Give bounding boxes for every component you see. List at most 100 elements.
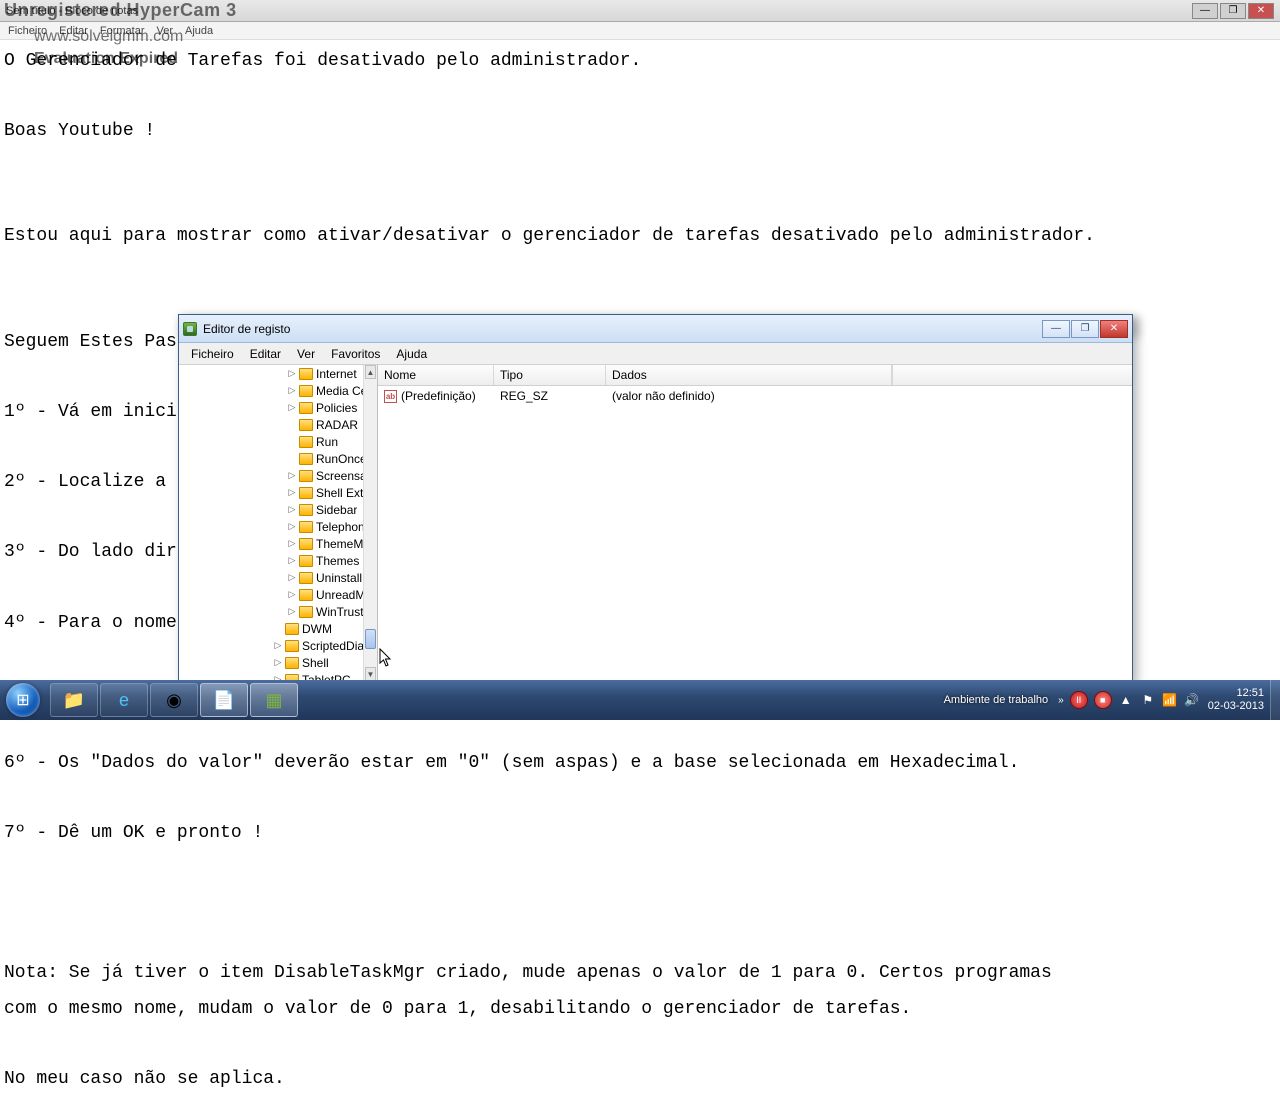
- taskbar-clock[interactable]: 12:51 02-03-2013: [1208, 687, 1264, 713]
- tree-node[interactable]: ▷Shell: [179, 654, 363, 671]
- expander-icon[interactable]: ▷: [287, 522, 297, 532]
- folder-icon: [299, 487, 313, 499]
- taskbar-chrome[interactable]: ◉: [150, 683, 198, 717]
- regedit-icon: [183, 322, 197, 336]
- tree-node[interactable]: ▷ThemeManager: [179, 535, 363, 552]
- registry-tree[interactable]: ▷Internet▷Media Center▷PoliciesRADARRunR…: [179, 365, 378, 681]
- tree-label: Run: [316, 435, 338, 449]
- expander-icon[interactable]: [287, 454, 297, 464]
- taskbar-explorer[interactable]: 📁: [50, 683, 98, 717]
- record-pause-icon[interactable]: II: [1070, 691, 1088, 709]
- notepad-titlebar[interactable]: Sem título - Bloco de notas — ❐ ✕: [0, 0, 1280, 22]
- expander-icon[interactable]: ▷: [287, 471, 297, 481]
- minimize-button[interactable]: —: [1192, 3, 1218, 19]
- tree-node[interactable]: ▷Internet: [179, 365, 363, 382]
- regedit-menubar: FicheiroEditarVerFavoritosAjuda: [179, 343, 1132, 365]
- scroll-thumb[interactable]: [365, 629, 376, 649]
- folder-icon: [299, 606, 313, 618]
- tree-node[interactable]: ▷Uninstall: [179, 569, 363, 586]
- clock-time: 12:51: [1208, 687, 1264, 700]
- tree-node[interactable]: RunOnce: [179, 450, 363, 467]
- folder-icon: [299, 555, 313, 567]
- menu-ficheiro[interactable]: Ficheiro: [8, 25, 47, 37]
- col-spacer[interactable]: [892, 365, 1132, 385]
- system-tray: II ■ ▲ ⚑ 📶 🔊: [1070, 691, 1200, 709]
- registry-values-pane: Nome Tipo Dados ab(Predefinição)REG_SZ(v…: [378, 365, 1132, 681]
- value-list-body[interactable]: ab(Predefinição)REG_SZ(valor não definid…: [378, 386, 1132, 681]
- active-desktop-label[interactable]: Ambiente de trabalho: [944, 694, 1049, 706]
- tree-node[interactable]: ▷ Media Center: [179, 382, 363, 399]
- expander-icon[interactable]: ▷: [287, 403, 297, 413]
- tree-node[interactable]: ▷WinTrust: [179, 603, 363, 620]
- network-icon[interactable]: 📶: [1162, 692, 1178, 708]
- tree-node[interactable]: ▷Themes: [179, 552, 363, 569]
- tree-node[interactable]: ▷Policies: [179, 399, 363, 416]
- expander-icon[interactable]: ▷: [287, 488, 297, 498]
- expander-icon[interactable]: ▷: [273, 658, 283, 668]
- menu-ficheiro[interactable]: Ficheiro: [183, 345, 242, 363]
- folder-icon: [299, 402, 313, 414]
- menu-editar[interactable]: Editar: [242, 345, 289, 363]
- start-button[interactable]: [0, 680, 46, 720]
- tree-node[interactable]: DWM: [179, 620, 363, 637]
- folder-icon: [299, 504, 313, 516]
- expander-icon[interactable]: ▷: [287, 607, 297, 617]
- expander-icon[interactable]: [287, 437, 297, 447]
- tree-node[interactable]: ▷Shell Extensions: [179, 484, 363, 501]
- tree-node[interactable]: ▷ UnreadMail: [179, 586, 363, 603]
- close-button[interactable]: ✕: [1100, 320, 1128, 338]
- maximize-button[interactable]: ❐: [1071, 320, 1099, 338]
- volume-icon[interactable]: 🔊: [1184, 692, 1200, 708]
- tree-node[interactable]: ▷ Sidebar: [179, 501, 363, 518]
- value-row[interactable]: ab(Predefinição)REG_SZ(valor não definid…: [378, 386, 1132, 406]
- expander-icon[interactable]: ▷: [273, 641, 283, 651]
- expander-icon[interactable]: [273, 624, 283, 634]
- tree-node[interactable]: ▷Telephony: [179, 518, 363, 535]
- expander-icon[interactable]: ▷: [287, 505, 297, 515]
- tree-label: Media Center: [316, 384, 363, 398]
- record-stop-icon[interactable]: ■: [1094, 691, 1112, 709]
- maximize-button[interactable]: ❐: [1220, 3, 1246, 19]
- col-data[interactable]: Dados: [606, 365, 892, 385]
- menu-ajuda[interactable]: Ajuda: [388, 345, 435, 363]
- tree-label: Sidebar: [316, 503, 357, 517]
- taskbar: 📁 e ◉ 📄 ▦ Ambiente de trabalho » II ■ ▲ …: [0, 680, 1280, 720]
- close-button[interactable]: ✕: [1248, 3, 1274, 19]
- scroll-up-icon[interactable]: ▲: [365, 365, 376, 379]
- menu-ajuda[interactable]: Ajuda: [185, 25, 213, 37]
- folder-icon: [299, 538, 313, 550]
- expander-icon[interactable]: ▷: [287, 386, 297, 396]
- minimize-button[interactable]: —: [1042, 320, 1070, 338]
- regedit-titlebar[interactable]: Editor de registo — ❐ ✕: [179, 315, 1132, 343]
- menu-formatar[interactable]: Formatar: [100, 25, 145, 37]
- tree-scrollbar[interactable]: ▲ ▼: [363, 365, 377, 681]
- show-desktop-button[interactable]: [1270, 680, 1280, 720]
- col-name[interactable]: Nome: [378, 365, 494, 385]
- expander-icon[interactable]: ▷: [287, 590, 297, 600]
- tree-node[interactable]: ▷Screensavers: [179, 467, 363, 484]
- expander-icon[interactable]: ▷: [287, 556, 297, 566]
- menu-editar[interactable]: Editar: [59, 25, 88, 37]
- tree-node[interactable]: ▷ScriptedDiagnostics: [179, 637, 363, 654]
- taskbar-ie[interactable]: e: [100, 683, 148, 717]
- toolbar-chevron-icon[interactable]: »: [1058, 695, 1064, 706]
- menu-ver[interactable]: Ver: [157, 25, 174, 37]
- taskbar-regedit[interactable]: ▦: [250, 683, 298, 717]
- menu-ver[interactable]: Ver: [289, 345, 323, 363]
- folder-icon: [299, 453, 313, 465]
- tree-node[interactable]: RADAR: [179, 416, 363, 433]
- chrome-icon: ◉: [166, 690, 182, 711]
- col-type[interactable]: Tipo: [494, 365, 606, 385]
- tree-node[interactable]: Run: [179, 433, 363, 450]
- scroll-down-icon[interactable]: ▼: [365, 667, 376, 681]
- expander-icon[interactable]: ▷: [287, 369, 297, 379]
- expander-icon[interactable]: [287, 420, 297, 430]
- menu-favoritos[interactable]: Favoritos: [323, 345, 388, 363]
- value-list-header[interactable]: Nome Tipo Dados: [378, 365, 1132, 386]
- expander-icon[interactable]: ▷: [287, 573, 297, 583]
- action-center-icon[interactable]: ⚑: [1140, 692, 1156, 708]
- taskbar-notepad[interactable]: 📄: [200, 683, 248, 717]
- tray-arrow-icon[interactable]: ▲: [1118, 692, 1134, 708]
- expander-icon[interactable]: ▷: [287, 539, 297, 549]
- tree-label: UnreadMail: [316, 588, 363, 602]
